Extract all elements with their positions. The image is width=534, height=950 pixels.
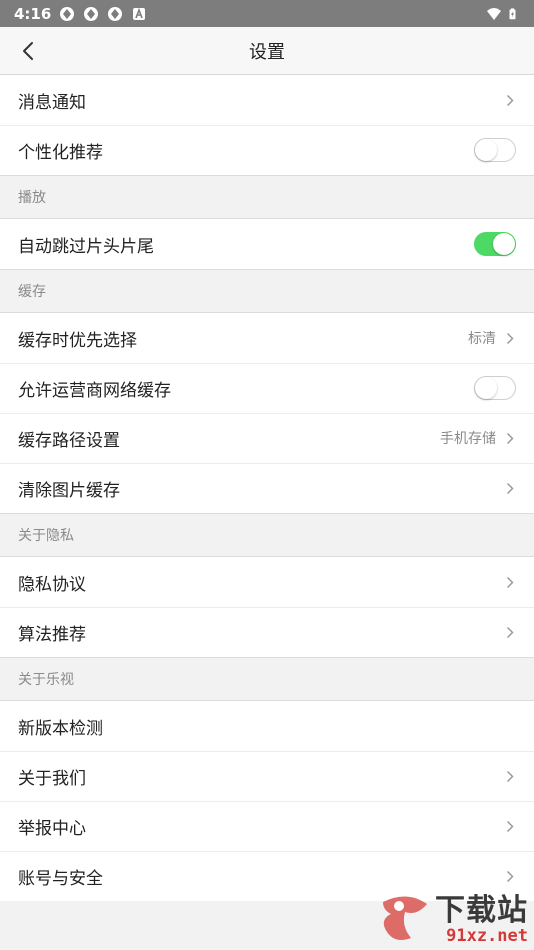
section-header-cache: 缓存: [0, 269, 534, 313]
chevron-left-icon: [23, 42, 33, 60]
section-header-about: 关于乐视: [0, 657, 534, 701]
item-label: 账号与安全: [18, 868, 103, 889]
watermark: 下载站 91xz.net: [358, 892, 528, 948]
item-label: 隐私协议: [18, 574, 86, 595]
item-label: 算法推荐: [18, 624, 86, 645]
chevron-right-icon: [506, 869, 516, 883]
skip-intro-outro-toggle[interactable]: [474, 232, 516, 256]
app-notification-icon: [60, 6, 75, 21]
carrier-network-cache-toggle[interactable]: [474, 376, 516, 400]
cache-quality-item[interactable]: 缓存时优先选择 标清: [0, 313, 534, 363]
section-header-play: 播放: [0, 175, 534, 219]
about-us-item[interactable]: 关于我们: [0, 751, 534, 801]
app-notification-icon: [84, 6, 99, 21]
chevron-right-icon: [506, 769, 516, 783]
app-notification-icon: [108, 6, 123, 21]
item-label: 缓存时优先选择: [18, 330, 137, 351]
item-label: 个性化推荐: [18, 142, 103, 163]
personalized-recommendation-toggle[interactable]: [474, 138, 516, 162]
back-button[interactable]: [10, 27, 46, 75]
item-label: 举报中心: [18, 818, 86, 839]
settings-group-top: 消息通知 个性化推荐: [0, 75, 534, 175]
item-value: 手机存储: [440, 431, 496, 447]
chevron-right-icon: [506, 431, 516, 445]
item-label: 允许运营商网络缓存: [18, 380, 171, 401]
settings-group-cache: 缓存时优先选择 标清 允许运营商网络缓存 缓存路径设置 手机存储 清除图片缓存: [0, 313, 534, 513]
chevron-right-icon: [506, 625, 516, 639]
chevron-right-icon: [506, 93, 516, 107]
personalized-recommendation-item: 个性化推荐: [0, 125, 534, 175]
report-center-item[interactable]: 举报中心: [0, 801, 534, 851]
section-header-privacy: 关于隐私: [0, 513, 534, 557]
watermark-text: 下载站: [435, 892, 528, 928]
clear-image-cache-item[interactable]: 清除图片缓存: [0, 463, 534, 513]
check-update-item[interactable]: 新版本检测: [0, 701, 534, 751]
skip-intro-outro-item: 自动跳过片头片尾: [0, 219, 534, 269]
chevron-right-icon: [506, 331, 516, 345]
chevron-right-icon: [506, 481, 516, 495]
privacy-agreement-item[interactable]: 隐私协议: [0, 557, 534, 607]
wifi-icon: [487, 7, 501, 20]
item-label: 关于我们: [18, 768, 86, 789]
chevron-right-icon: [506, 819, 516, 833]
page-title: 设置: [249, 41, 285, 63]
algorithm-recommendation-item[interactable]: 算法推荐: [0, 607, 534, 657]
settings-group-about: 新版本检测 关于我们 举报中心 账号与安全: [0, 701, 534, 901]
status-time: 4:16: [14, 4, 52, 23]
status-bar: 4:16: [0, 0, 534, 27]
notification-settings-item[interactable]: 消息通知: [0, 75, 534, 125]
watermark-url: 91xz.net: [446, 925, 528, 946]
cache-path-item[interactable]: 缓存路径设置 手机存储: [0, 413, 534, 463]
settings-group-play: 自动跳过片头片尾: [0, 219, 534, 269]
toggle-knob: [475, 139, 497, 161]
carrier-network-cache-item: 允许运营商网络缓存: [0, 363, 534, 413]
item-value: 标清: [468, 331, 496, 347]
toggle-knob: [493, 233, 515, 255]
item-label: 新版本检测: [18, 718, 103, 739]
item-label: 清除图片缓存: [18, 480, 120, 501]
battery-charging-icon: [509, 7, 516, 19]
chevron-right-icon: [506, 575, 516, 589]
watermark-logo-icon: [383, 896, 427, 940]
item-label: 自动跳过片头片尾: [18, 236, 154, 257]
text-notification-icon: [133, 7, 146, 20]
app-header: 设置: [0, 27, 534, 75]
toggle-knob: [475, 377, 497, 399]
settings-group-privacy: 隐私协议 算法推荐: [0, 557, 534, 657]
item-label: 消息通知: [18, 92, 86, 113]
item-label: 缓存路径设置: [18, 430, 120, 451]
